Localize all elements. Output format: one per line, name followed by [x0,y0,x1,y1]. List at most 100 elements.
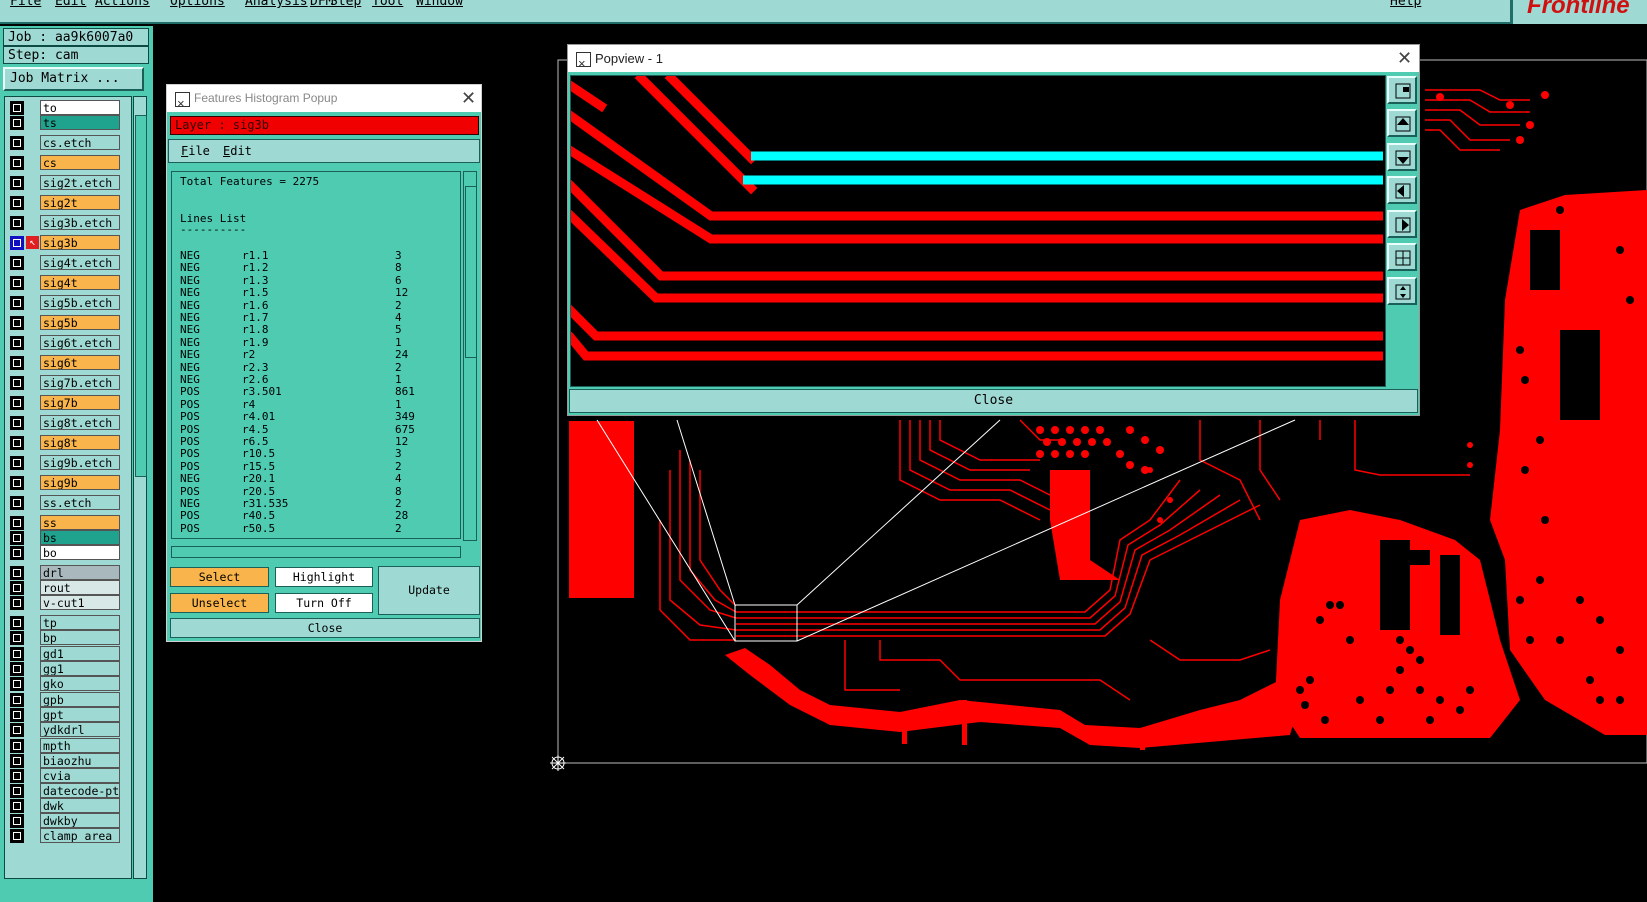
layer-row[interactable]: ss.etch [8,495,130,510]
update-button[interactable]: Update [378,566,480,615]
layer-row[interactable]: sig6t.etch [8,335,130,350]
list-item[interactable]: POS r15.5 2 [180,460,450,473]
layer-name[interactable]: gpb [40,692,120,707]
layer-row[interactable]: mpth [8,738,130,753]
histogram-vertical-scrollbar[interactable] [463,171,477,541]
pan-down-button[interactable] [1387,143,1417,171]
layer-checkbox[interactable] [10,116,24,130]
layer-checkbox[interactable] [10,336,24,350]
layer-row[interactable]: sig5b [8,315,130,330]
layer-name[interactable]: sig6t.etch [40,335,120,350]
layer-name[interactable]: sig9b [40,475,120,490]
layer-name[interactable]: rout [40,580,120,595]
layer-row[interactable]: sig7b.etch [8,375,130,390]
layer-row[interactable]: cvia [8,768,130,783]
list-item[interactable]: POS r10.5 3 [180,448,450,460]
menu-file[interactable]: File [181,140,210,162]
layer-name[interactable]: dwkby [40,813,120,828]
menu-edit[interactable]: Edit [223,140,252,162]
zoom-home-button[interactable] [1387,76,1417,104]
layer-name[interactable]: biaozhu [40,753,120,768]
list-item[interactable]: NEG r20.1 4 [180,473,450,485]
layer-name[interactable]: sig2t [40,195,120,210]
list-item[interactable]: POS r4 1 [180,398,450,411]
layer-checkbox[interactable] [10,136,24,150]
layer-checkbox[interactable] [10,316,24,330]
layer-name[interactable]: cs [40,155,120,170]
layer-name[interactable]: bo [40,545,120,560]
layer-checkbox[interactable] [10,769,24,783]
histogram-titlebar[interactable]: Features Histogram Popup ✕ [167,85,481,117]
list-item[interactable]: NEG r1.7 4 [180,312,450,324]
layer-name[interactable]: gpt [40,707,120,722]
layer-checkbox[interactable] [10,396,24,410]
layer-row[interactable]: sig8t [8,435,130,450]
list-item[interactable]: NEG r2.3 2 [180,361,450,374]
layer-row[interactable]: rout [8,580,130,595]
list-item[interactable]: NEG r1.8 5 [180,324,450,336]
layer-checkbox[interactable] [10,581,24,595]
layer-name[interactable]: dwk [40,798,120,813]
layer-checkbox[interactable] [10,296,24,310]
list-item[interactable]: NEG r1.3 6 [180,274,450,287]
layer-row[interactable]: sig7b [8,395,130,410]
layer-row[interactable]: sig3b.etch [8,215,130,230]
layer-checkbox[interactable] [10,754,24,768]
layer-name[interactable]: ts [40,115,120,130]
layer-row[interactable]: bs [8,530,130,545]
layer-name[interactable]: sig6t [40,355,120,370]
list-item[interactable]: NEG r31.535 2 [180,498,450,510]
layer-name[interactable]: sig3b.etch [40,215,120,230]
layer-name[interactable]: sig9b.etch [40,455,120,470]
layer-row[interactable]: gpt [8,707,130,722]
list-item[interactable]: POS r3.501 861 [180,386,450,398]
layer-checkbox[interactable] [10,829,24,843]
layer-checkbox[interactable] [10,784,24,798]
layer-row[interactable]: ts [8,115,130,130]
layer-checkbox[interactable] [10,216,24,230]
layer-row[interactable]: ydkdrl [8,722,130,737]
layer-row[interactable]: ss [8,515,130,530]
list-item[interactable]: POS r4.5 675 [180,423,450,436]
layer-list-scrollbar[interactable] [133,96,147,879]
layer-checkbox[interactable] [10,376,24,390]
layer-row[interactable]: bp [8,630,130,645]
layer-row[interactable]: dwk [8,798,130,813]
layer-row[interactable]: cs [8,155,130,170]
close-icon[interactable]: ✕ [461,89,476,107]
list-item[interactable]: POS r40.5 28 [180,510,450,522]
zoom-fit-button[interactable] [1387,243,1417,271]
layer-name[interactable]: sig8t [40,435,120,450]
layer-name[interactable]: sig8t.etch [40,415,120,430]
layer-row[interactable]: datecode-ptc [8,783,130,798]
pan-right-button[interactable] [1387,210,1417,238]
layer-name[interactable]: sig5b.etch [40,295,120,310]
layer-checkbox[interactable] [10,677,24,691]
list-item[interactable]: NEG r1.2 8 [180,262,450,274]
histogram-horizontal-scrollbar[interactable] [171,546,461,558]
layer-checkbox[interactable] [10,456,24,470]
layer-row[interactable]: biaozhu [8,753,130,768]
layer-row[interactable]: sig9b [8,475,130,490]
layer-name[interactable]: drl [40,565,120,580]
list-item[interactable]: POS r6.5 12 [180,436,450,448]
layer-name[interactable]: sig3b [40,235,120,250]
layer-name[interactable]: mpth [40,738,120,753]
select-button[interactable]: Select [170,567,269,587]
layer-name[interactable]: sig7b [40,395,120,410]
layer-name[interactable]: tp [40,615,120,630]
layer-name[interactable]: sig4t.etch [40,255,120,270]
layer-checkbox[interactable] [10,662,24,676]
layer-checkbox[interactable] [10,566,24,580]
job-matrix-button[interactable]: Job Matrix ... [3,67,144,91]
layer-checkbox[interactable] [10,631,24,645]
zoom-out-button[interactable] [1387,277,1417,305]
layer-row[interactable]: gko [8,676,130,691]
layer-checkbox[interactable] [10,546,24,560]
layer-name[interactable]: sig4t [40,275,120,290]
popview-titlebar[interactable]: Popview - 1 ✕ [568,45,1419,77]
layer-name[interactable]: v-cut1 [40,595,120,610]
layer-checkbox[interactable] [10,814,24,828]
layer-row[interactable]: sig4t [8,275,130,290]
layer-checkbox[interactable] [10,799,24,813]
